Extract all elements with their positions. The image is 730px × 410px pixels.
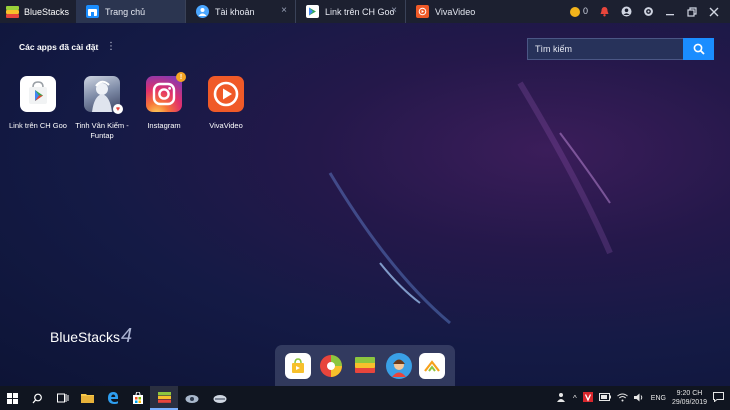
tab-vivavideo[interactable]: VivaVideo <box>406 0 518 23</box>
app-instagram[interactable]: ! Instagram <box>131 72 197 131</box>
wifi-icon[interactable] <box>616 393 628 404</box>
play-store-icon <box>306 5 319 18</box>
play-store-icon <box>20 76 56 112</box>
windows-taskbar: ^ ENG 9:20 CH 29/09/2019 <box>0 386 730 410</box>
update-badge-icon: ! <box>176 72 186 82</box>
system-tray: ^ ENG 9:20 CH 29/09/2019 <box>557 389 730 407</box>
home-icon <box>86 5 99 18</box>
search-bar[interactable]: Tìm kiếm <box>527 38 714 60</box>
bluestacks-brand[interactable]: BlueStacks <box>0 0 76 23</box>
close-window-icon[interactable] <box>708 6 720 18</box>
notification-bell-icon[interactable] <box>598 6 610 18</box>
account-icon <box>196 5 209 18</box>
app-vivavideo[interactable]: VivaVideo <box>193 76 259 131</box>
bluestacks-layers-icon[interactable] <box>352 353 378 379</box>
edge-browser-icon[interactable] <box>100 386 125 410</box>
app-label: Tinh Vân Kiếm - Funtap <box>75 121 129 140</box>
close-icon[interactable]: × <box>391 6 397 16</box>
tab-label: Link trên CH Goo <box>325 6 395 17</box>
battery-icon[interactable] <box>598 393 611 403</box>
input-language[interactable]: ENG <box>651 395 666 402</box>
installed-apps-title: Các apps đã cài đặt <box>19 42 99 52</box>
show-hidden-icons-icon[interactable]: ^ <box>573 394 577 403</box>
tab-label: Trang chủ <box>105 6 146 17</box>
avatar-game-icon[interactable] <box>385 352 412 379</box>
camp-icon[interactable] <box>419 352 446 379</box>
app-label: Link trên CH Goo <box>9 121 67 130</box>
taskbar-app-icon-2[interactable] <box>206 386 234 410</box>
app-center-icon[interactable] <box>284 352 311 379</box>
antivirus-icon[interactable] <box>582 392 593 404</box>
more-options-icon[interactable]: ⋮ <box>106 41 116 52</box>
game-icon[interactable] <box>318 353 344 379</box>
clock-date: 29/09/2019 <box>671 399 707 406</box>
search-input[interactable]: Tìm kiếm <box>527 38 683 60</box>
app-tinh-van-kiem[interactable]: ♥ Tinh Vân Kiếm - Funtap <box>69 76 135 141</box>
clock[interactable]: 9:20 CH 29/09/2019 <box>672 389 707 407</box>
vivavideo-icon <box>208 76 244 112</box>
coin-count: 0 <box>582 6 588 17</box>
taskbar-app-icon[interactable] <box>178 386 206 410</box>
restore-icon[interactable] <box>686 6 698 18</box>
tab-label: Tài khoản <box>215 6 255 17</box>
gear-icon[interactable] <box>642 6 654 18</box>
bluestacks-logo-icon <box>6 5 19 18</box>
home-screen: Các apps đã cài đặt ⋮ Tìm kiếm Link trên… <box>0 23 730 386</box>
file-explorer-icon[interactable] <box>75 386 100 410</box>
bottom-dock <box>275 345 455 386</box>
taskbar-bluestacks-icon[interactable] <box>150 386 178 410</box>
action-center-icon[interactable] <box>713 392 724 404</box>
bluestacks-titlebar: BlueStacks Trang chủ Tài khoản × Link tr… <box>0 0 730 23</box>
brand-label: BlueStacks <box>24 6 70 17</box>
coin-counter[interactable]: 0 <box>570 6 588 17</box>
search-icon <box>693 43 705 55</box>
coin-icon <box>570 6 581 17</box>
bluestacks-watermark: BlueStacks4 <box>50 325 133 347</box>
minimize-icon[interactable] <box>664 6 676 18</box>
task-view-icon[interactable] <box>50 386 75 410</box>
instagram-icon: ! <box>146 72 186 112</box>
store-icon[interactable] <box>125 386 150 410</box>
tab-account[interactable]: Tài khoản × <box>186 0 295 23</box>
people-icon[interactable] <box>557 392 567 404</box>
volume-icon[interactable] <box>633 393 645 404</box>
search-button[interactable] <box>683 38 714 60</box>
windows-start-icon[interactable] <box>0 386 25 410</box>
profile-icon[interactable] <box>620 6 632 18</box>
tab-label: VivaVideo <box>435 6 476 17</box>
taskbar-search-icon[interactable] <box>25 386 50 410</box>
close-icon[interactable]: × <box>281 6 287 16</box>
tab-play-store[interactable]: Link trên CH Goo × <box>296 0 405 23</box>
favorite-badge-icon: ♥ <box>113 104 123 114</box>
vivavideo-icon <box>416 5 429 18</box>
app-label: VivaVideo <box>209 121 243 130</box>
app-play-store[interactable]: Link trên CH Goo <box>5 76 71 131</box>
clock-time: 9:20 CH <box>676 390 703 397</box>
tinh-van-kiem-icon: ♥ <box>84 76 123 114</box>
tab-home[interactable]: Trang chủ <box>76 0 185 23</box>
app-label: Instagram <box>147 121 181 130</box>
